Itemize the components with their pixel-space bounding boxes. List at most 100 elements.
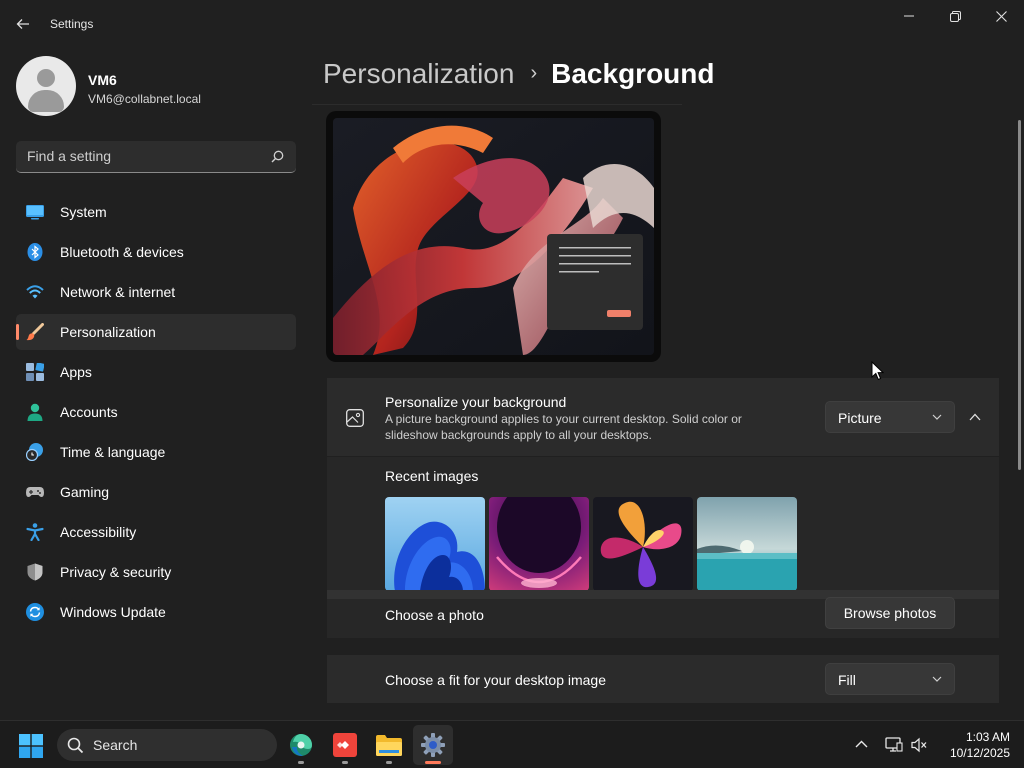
sidebar-item-accounts[interactable]: Accounts bbox=[16, 394, 296, 430]
chevron-up-icon[interactable] bbox=[969, 413, 981, 421]
picture-icon bbox=[346, 409, 364, 427]
volume-muted-icon[interactable] bbox=[911, 737, 928, 753]
file-explorer-icon bbox=[376, 735, 402, 756]
sidebar-item-label: Windows Update bbox=[60, 604, 166, 620]
fit-value: Fill bbox=[838, 672, 856, 688]
sidebar-item-network[interactable]: Network & internet bbox=[16, 274, 296, 310]
sidebar-item-personalization[interactable]: Personalization bbox=[16, 314, 296, 350]
chevron-down-icon bbox=[932, 414, 942, 420]
scrollbar-thumb[interactable] bbox=[1018, 120, 1021, 470]
anydesk-icon bbox=[333, 733, 357, 757]
sidebar-item-label: System bbox=[60, 204, 107, 220]
sidebar-item-apps[interactable]: Apps bbox=[16, 354, 296, 390]
header-divider bbox=[312, 104, 682, 105]
restore-button[interactable] bbox=[932, 0, 978, 32]
user-email: VM6@collabnet.local bbox=[88, 92, 201, 106]
search-icon[interactable] bbox=[271, 150, 284, 163]
page-title: Background bbox=[551, 58, 715, 89]
brush-icon bbox=[26, 323, 44, 341]
sidebar-item-label: Gaming bbox=[60, 484, 110, 500]
show-hidden-icons-icon[interactable] bbox=[855, 740, 868, 748]
title-bar: Settings bbox=[0, 0, 1024, 48]
search-input[interactable] bbox=[16, 141, 256, 171]
restore-icon bbox=[949, 10, 961, 22]
wallpaper-preview-image bbox=[333, 118, 654, 355]
sidebar-item-privacy-security[interactable]: Privacy & security bbox=[16, 554, 296, 590]
shield-icon bbox=[27, 563, 43, 581]
sidebar-item-label: Accounts bbox=[60, 404, 118, 420]
breadcrumb-separator: › bbox=[530, 62, 538, 84]
sidebar-item-windows-update[interactable]: Windows Update bbox=[16, 594, 296, 630]
lake-landscape-thumbnail bbox=[697, 497, 797, 591]
taskbar: Search 1:03 AM 10/12/2025 bbox=[0, 720, 1024, 768]
background-type-card: Personalize your background A picture ba… bbox=[327, 378, 999, 456]
browse-photos-button[interactable]: Browse photos bbox=[825, 597, 955, 629]
sidebar-item-system[interactable]: System bbox=[16, 194, 296, 230]
background-type-description: A picture background applies to your cur… bbox=[385, 412, 742, 442]
fit-dropdown[interactable]: Fill bbox=[825, 663, 955, 695]
recent-image-1[interactable] bbox=[385, 497, 485, 591]
close-icon bbox=[995, 10, 1007, 22]
taskbar-clock[interactable]: 1:03 AM 10/12/2025 bbox=[938, 729, 1010, 761]
bloom-blue-thumbnail bbox=[385, 497, 485, 591]
edge-icon bbox=[290, 734, 312, 756]
accounts-icon bbox=[27, 403, 43, 421]
search-icon bbox=[67, 737, 84, 754]
desktop-preview bbox=[326, 111, 661, 362]
back-arrow-icon bbox=[16, 19, 29, 29]
minimize-button[interactable] bbox=[886, 0, 932, 32]
gamepad-icon bbox=[26, 487, 44, 497]
update-icon bbox=[26, 603, 44, 621]
sidebar-item-label: Privacy & security bbox=[60, 564, 172, 580]
fit-card: Choose a fit for your desktop image Fill bbox=[327, 655, 999, 703]
recent-image-2[interactable] bbox=[489, 497, 589, 591]
background-type-value: Picture bbox=[838, 410, 882, 426]
sidebar-item-gaming[interactable]: Gaming bbox=[16, 474, 296, 510]
background-type-title: Personalize your background bbox=[385, 394, 567, 410]
recent-image-4[interactable] bbox=[697, 497, 797, 591]
choose-photo-label: Choose a photo bbox=[385, 607, 484, 623]
clock-date: 10/12/2025 bbox=[949, 746, 1010, 760]
sidebar-nav: System Bluetooth & devices Network & int… bbox=[16, 194, 296, 634]
clock-globe-icon bbox=[26, 443, 43, 461]
taskbar-app-settings[interactable] bbox=[413, 725, 453, 765]
taskbar-app-anydesk[interactable] bbox=[325, 725, 365, 765]
sidebar-item-bluetooth[interactable]: Bluetooth & devices bbox=[16, 234, 296, 270]
back-button[interactable] bbox=[10, 12, 36, 36]
recent-image-3[interactable] bbox=[593, 497, 693, 591]
recent-images-label: Recent images bbox=[385, 468, 479, 484]
settings-gear-icon bbox=[421, 733, 445, 757]
settings-search-box[interactable] bbox=[16, 141, 296, 173]
taskbar-app-file-explorer[interactable] bbox=[369, 725, 409, 765]
apps-icon bbox=[26, 363, 44, 381]
accessibility-icon bbox=[26, 523, 44, 541]
sidebar-item-label: Network & internet bbox=[60, 284, 176, 300]
avatar bbox=[16, 56, 76, 116]
network-display-icon[interactable] bbox=[885, 737, 903, 753]
taskbar-search[interactable]: Search bbox=[57, 729, 277, 761]
close-button[interactable] bbox=[978, 0, 1024, 32]
sidebar-item-time-language[interactable]: Time & language bbox=[16, 434, 296, 470]
taskbar-app-edge[interactable] bbox=[281, 725, 321, 765]
sidebar-item-accessibility[interactable]: Accessibility bbox=[16, 514, 296, 550]
breadcrumb: Personalization › Background bbox=[323, 58, 714, 90]
chevron-down-icon bbox=[932, 676, 942, 682]
wifi-icon bbox=[26, 285, 44, 299]
purple-glow-thumbnail bbox=[489, 497, 589, 591]
colorful-flower-thumbnail bbox=[593, 497, 693, 591]
taskbar-search-label: Search bbox=[93, 737, 138, 753]
sidebar-item-label: Personalization bbox=[60, 324, 156, 340]
bluetooth-icon bbox=[27, 243, 43, 261]
mouse-cursor-icon bbox=[871, 361, 884, 381]
windows-start-icon[interactable] bbox=[19, 734, 43, 758]
minimize-icon bbox=[904, 15, 914, 17]
window-title: Settings bbox=[50, 17, 94, 31]
sidebar-item-label: Bluetooth & devices bbox=[60, 244, 184, 260]
sidebar-item-label: Time & language bbox=[60, 444, 166, 460]
clock-time: 1:03 AM bbox=[965, 730, 1010, 744]
fit-label: Choose a fit for your desktop image bbox=[385, 672, 607, 688]
breadcrumb-parent[interactable]: Personalization bbox=[323, 58, 514, 89]
background-type-dropdown[interactable]: Picture bbox=[825, 401, 955, 433]
system-icon bbox=[26, 205, 44, 220]
sidebar-item-label: Apps bbox=[60, 364, 92, 380]
